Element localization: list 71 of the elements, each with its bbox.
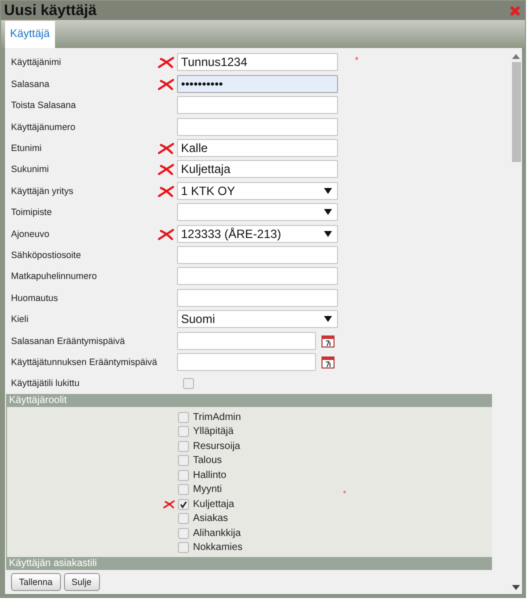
dialog-button[interactable]: Sulje [64,573,100,591]
input-field[interactable]: Kalle [177,139,338,157]
password-field[interactable]: •••••••••• [177,74,338,93]
role-label: Kuljettaja [193,498,234,510]
date-field[interactable] [177,332,316,350]
field-label: Salasanan Erääntymispäivä [11,336,126,346]
field-label: Ajoneuvo [11,228,50,239]
field-label: Käyttäjätili lukittu [11,378,80,388]
input-field[interactable]: Kuljettaja [177,160,338,178]
dropdown[interactable]: 1 KTK OY [177,182,338,200]
input-field[interactable] [177,288,338,307]
field-label: Toista Salasana [11,100,77,110]
field-label: Sähköpostiosoite [11,250,82,260]
field-label: Salasana [11,78,50,89]
field-label: Käyttäjänumero [11,122,76,132]
checkbox[interactable] [178,426,189,438]
caret-icon [324,230,332,237]
input-field[interactable] [177,267,338,286]
checkbox[interactable] [183,378,194,389]
role-label: Resursoija [193,440,240,452]
role-label: TrimAdmin [193,412,241,423]
window-title: Uusi käyttäjä [4,2,97,20]
input-field[interactable]: Tunnus1234 [177,53,338,72]
scroll-down-icon[interactable] [512,585,520,590]
role-label: Alihankkija [193,528,241,539]
role-label: Myynti [193,484,222,496]
field-label: Käyttäjätunnuksen Erääntymispäivä [11,356,158,367]
checkbox[interactable] [178,440,189,452]
field-label: Käyttäjän yritys [11,186,74,196]
section-header: Käyttäjän asiakastili [6,557,492,570]
role-label: Nokkamies [193,542,242,554]
tab[interactable]: Käyttäjä [5,20,55,48]
field-label: Käyttäjänimi [11,57,62,68]
calendar-icon[interactable] [321,354,336,369]
dropdown[interactable]: Suomi [177,310,338,328]
field-label: Sukunimi [11,164,50,174]
checkbox[interactable] [178,498,189,510]
password-field[interactable] [177,96,338,114]
input-field[interactable] [177,118,338,136]
role-label: Talous [193,455,222,466]
dialog-button[interactable]: Tallenna [11,573,61,591]
required-mark: * [343,489,346,498]
checkbox[interactable] [178,484,189,496]
close-icon [509,4,521,17]
dropdown[interactable]: 123333 (ÅRE-213) [177,224,338,243]
checkbox[interactable] [178,470,189,481]
field-label: Huomautus [11,292,59,303]
input-field[interactable] [177,246,338,264]
checkbox[interactable] [178,513,189,524]
role-label: Asiakas [193,513,228,524]
calendar-icon[interactable] [321,334,335,348]
required-mark: * [355,54,359,65]
field-label: Toimipiste [11,207,53,218]
scrollbar-thumb[interactable] [512,62,520,162]
checkbox[interactable] [178,455,189,466]
caret-icon [324,209,332,216]
checkbox[interactable] [178,412,189,423]
scroll-up-icon[interactable] [512,54,520,59]
checkbox[interactable] [178,542,189,554]
field-label: Matkapuhelinnumero [11,271,98,282]
field-label: Kieli [11,314,30,324]
dropdown[interactable] [177,203,338,222]
caret-icon [324,316,332,322]
role-label: Hallinto [193,470,226,481]
close-button[interactable] [509,4,521,17]
section-header: Käyttäjäroolit [6,394,492,407]
role-label: Ylläpitäjä [193,426,234,438]
date-field[interactable] [177,352,316,371]
caret-icon [324,188,332,194]
checkbox[interactable] [178,528,189,539]
field-label: Etunimi [11,143,43,153]
